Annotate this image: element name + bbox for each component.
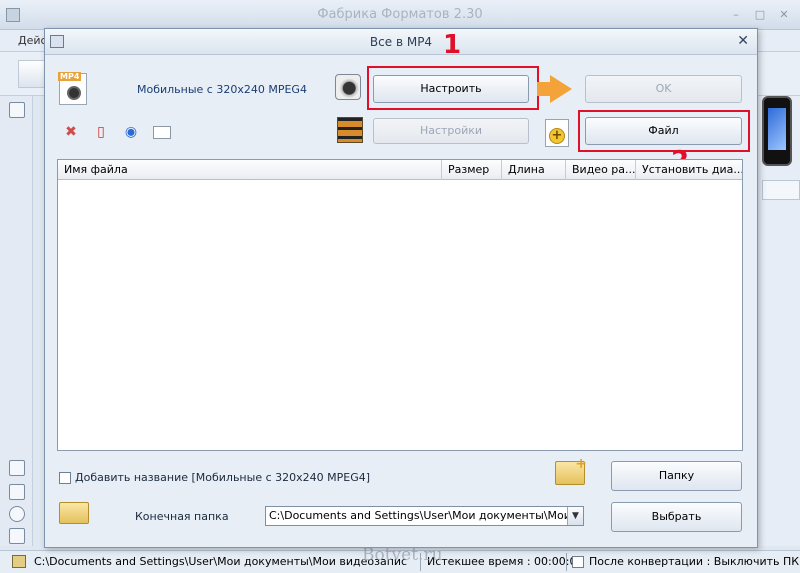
folder-button[interactable]: Папку [611, 461, 742, 491]
mp4-badge: MP4 [58, 72, 82, 81]
sidebar-audio-icon[interactable] [9, 460, 25, 476]
chevron-down-icon[interactable]: ▼ [567, 507, 583, 525]
highlight-box-2 [578, 110, 750, 152]
column-video[interactable]: Видео ра... [566, 160, 636, 180]
play-icon[interactable]: ◉ [123, 124, 139, 140]
delete-icon[interactable]: ✖ [63, 124, 79, 140]
destination-path-value: C:\Documents and Settings\User\Мои докум… [269, 509, 584, 522]
column-size[interactable]: Размер [442, 160, 502, 180]
add-file-plus: + [549, 128, 565, 144]
phone-icon [762, 96, 792, 166]
status-folder-icon [12, 555, 26, 568]
arrow-right-icon [550, 75, 572, 103]
info-icon[interactable] [153, 126, 171, 139]
column-duration[interactable]: Длина [502, 160, 566, 180]
add-file-icon: + [545, 119, 569, 147]
ok-button[interactable]: OK [585, 75, 742, 103]
right-panel-button[interactable] [762, 180, 800, 200]
status-after-conversion: После конвертации : Выключить ПК [589, 555, 800, 568]
app-sidebar [0, 96, 33, 546]
mp4-dialog: Все в MP4 ✕ MP4 Мобильные с 320x240 MPEG… [44, 28, 758, 548]
film-cut-icon [337, 117, 363, 143]
destination-folder-icon [59, 502, 89, 524]
sidebar-image-icon[interactable] [9, 484, 25, 500]
mp4-profile-icon: MP4 [58, 72, 87, 105]
profile-label: Мобильные с 320x240 MPEG4 [137, 83, 307, 96]
window-controls: – □ ✕ [726, 6, 794, 23]
settings-button[interactable]: Настройки [373, 118, 529, 144]
column-range[interactable]: Установить диа... [636, 160, 742, 180]
status-elapsed: Истекшее время : 00:00:00 [427, 555, 584, 568]
phone-screen [768, 108, 786, 150]
add-title-checkbox[interactable] [59, 472, 71, 484]
destination-label: Конечная папка [135, 510, 229, 523]
maximize-button[interactable]: □ [750, 6, 770, 23]
folder-plus: + [575, 456, 587, 472]
dialog-close-button[interactable]: ✕ [737, 33, 749, 49]
add-title-label: Добавить название [Мобильные с 320x240 M… [75, 471, 371, 484]
arrow-tail [537, 82, 551, 96]
dialog-title: Все в MP4 [369, 35, 433, 49]
column-filename[interactable]: Имя файла [58, 160, 442, 180]
destination-path-select[interactable]: C:\Documents and Settings\User\Мои докум… [265, 506, 584, 526]
status-path: C:\Documents and Settings\User\Мои докум… [34, 555, 408, 568]
file-list[interactable]: Имя файла Размер Длина Видео ра... Устан… [57, 159, 743, 451]
clear-list-icon[interactable]: ▯ [93, 124, 109, 140]
film-reel-icon [67, 86, 81, 100]
highlight-box-1 [367, 66, 539, 110]
sidebar-disc-icon[interactable] [9, 506, 25, 522]
sidebar-list-icon[interactable] [9, 102, 25, 118]
watermark: Botvet.ru [362, 545, 443, 565]
file-list-header: Имя файла Размер Длина Видео ра... Устан… [58, 160, 742, 180]
annotation-number-1: 1 [443, 30, 462, 60]
toolbar-icon[interactable] [18, 60, 46, 88]
shutdown-checkbox[interactable] [572, 556, 584, 568]
dialog-titlebar: Все в MP4 ✕ [45, 29, 757, 55]
close-app-button[interactable]: ✕ [774, 6, 794, 23]
new-folder-icon: + [555, 456, 587, 485]
menu-actions[interactable]: Дейс [18, 34, 47, 47]
camera-icon [335, 74, 361, 100]
browse-button[interactable]: Выбрать [611, 502, 742, 532]
status-divider [566, 553, 567, 571]
sidebar-info-icon[interactable] [9, 528, 25, 544]
app-titlebar: Фабрика Форматов 2.30 – □ ✕ [0, 0, 800, 30]
app-title: Фабрика Форматов 2.30 [317, 7, 483, 22]
minimize-button[interactable]: – [726, 6, 746, 23]
